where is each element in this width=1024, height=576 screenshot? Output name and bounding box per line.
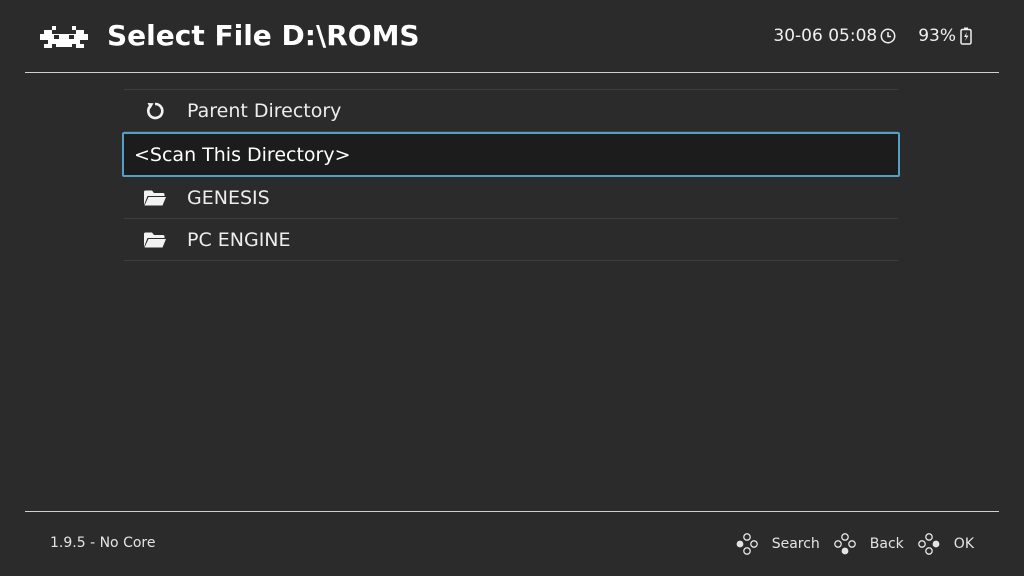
button-hints: Search Back OK <box>736 532 974 556</box>
datetime-text: 30-06 05:08 <box>773 26 878 46</box>
retroarch-invader-icon <box>40 26 88 48</box>
version-text: 1.9.5 - No Core <box>50 535 156 551</box>
header-bar: Select File D:\ROMS 30-06 05:08 93% <box>0 0 1024 72</box>
header-divider <box>25 72 999 73</box>
list-item-label: PC ENGINE <box>187 228 291 251</box>
gamepad-button-left-icon <box>736 533 758 555</box>
ok-hint-label: OK <box>953 536 974 552</box>
status-area: 30-06 05:08 93% <box>773 24 972 48</box>
search-hint-label: Search <box>771 536 820 552</box>
list-item-pc-engine[interactable]: PC ENGINE <box>124 219 898 261</box>
file-list: Parent Directory <Scan This Directory> G… <box>122 89 900 261</box>
folder-icon <box>142 188 168 208</box>
list-item-genesis[interactable]: GENESIS <box>124 177 898 219</box>
search-hint[interactable]: Search <box>736 533 834 555</box>
folder-icon <box>142 230 168 250</box>
battery-percent-text: 93% <box>918 26 956 46</box>
list-item-label: Parent Directory <box>187 99 342 122</box>
back-hint[interactable]: Back <box>833 533 918 555</box>
list-item-scan-directory[interactable]: <Scan This Directory> <box>122 132 900 177</box>
gamepad-button-bottom-icon <box>833 533 856 555</box>
ok-hint[interactable]: OK <box>917 533 974 555</box>
gamepad-button-right-icon <box>917 533 940 555</box>
refresh-arrow-icon <box>142 101 168 121</box>
back-hint-label: Back <box>869 536 904 552</box>
file-browser-screen: Select File D:\ROMS 30-06 05:08 93% Pare… <box>0 0 1024 576</box>
clock-icon <box>880 28 896 44</box>
footer-divider <box>25 511 999 512</box>
battery-charging-icon <box>960 27 972 45</box>
list-item-label: GENESIS <box>187 186 270 209</box>
list-item-label: <Scan This Directory> <box>134 143 351 166</box>
page-title: Select File D:\ROMS <box>107 19 420 52</box>
list-item-parent-directory[interactable]: Parent Directory <box>124 90 898 132</box>
